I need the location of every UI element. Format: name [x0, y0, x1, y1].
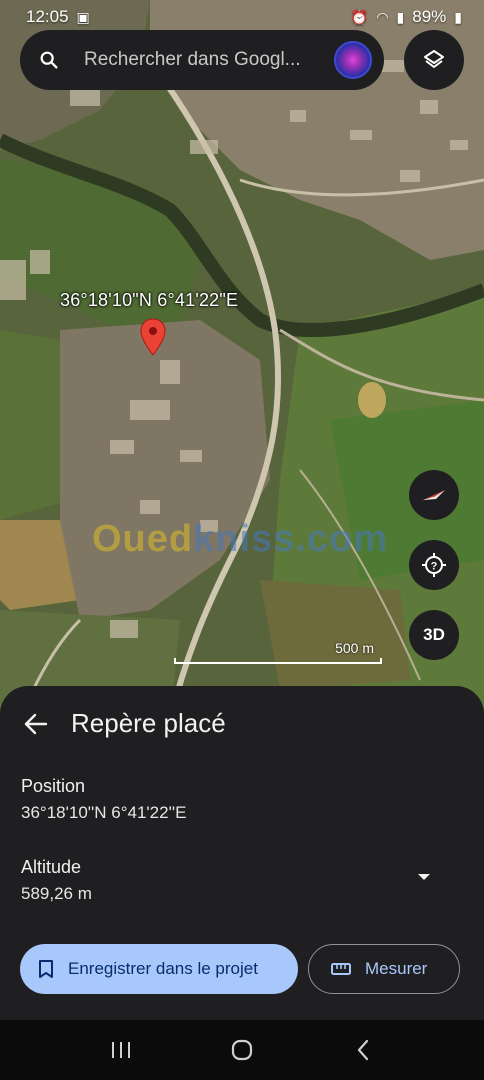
- location-button[interactable]: ?: [409, 540, 459, 590]
- search-placeholder[interactable]: Rechercher dans Googl...: [84, 49, 324, 71]
- home-icon: [231, 1039, 253, 1061]
- measure-button[interactable]: Mesurer: [308, 944, 460, 994]
- watermark: Ouedkniss.com: [92, 518, 388, 561]
- location-help-icon: ?: [422, 553, 446, 577]
- position-label: Position: [21, 776, 86, 796]
- svg-text:?: ?: [431, 561, 438, 573]
- ruler-icon: [331, 963, 351, 975]
- alarm-icon: ⏰: [350, 8, 369, 25]
- altitude-label: Altitude: [21, 857, 82, 877]
- sheet-header: Repère placé: [0, 704, 484, 744]
- image-notification-icon: ▣: [76, 8, 90, 25]
- compass-icon: [423, 490, 445, 500]
- recent-apps-icon: [111, 1042, 130, 1058]
- watermark-prefix: Oued: [92, 518, 194, 560]
- satellite-map[interactable]: 12:05 ▣ ⏰ ◠ ▮ 89% ▮ Rechercher dans Goog…: [0, 0, 484, 720]
- save-button-label: Enregistrer dans le projet: [68, 959, 258, 978]
- back-arrow-icon[interactable]: [22, 710, 50, 738]
- scale-label: 500 m: [335, 640, 374, 656]
- system-navigation-bar: [0, 1020, 484, 1080]
- scale-bar-line: [174, 658, 382, 664]
- scale-bar: 500 m: [174, 640, 382, 664]
- back-chevron-icon: [358, 1039, 369, 1061]
- signal-icon: ▮: [396, 8, 405, 25]
- wifi-icon: ◠: [376, 8, 389, 25]
- back-nav-button[interactable]: [348, 1035, 378, 1065]
- layers-button[interactable]: [404, 30, 464, 90]
- status-bar: 12:05 ▣ ⏰ ◠ ▮ 89% ▮: [0, 0, 484, 34]
- status-time: 12:05: [26, 7, 69, 26]
- home-button[interactable]: [227, 1035, 257, 1065]
- battery-percent: 89%: [412, 7, 447, 26]
- bookmark-icon: [39, 960, 53, 978]
- sheet-title: Repère placé: [71, 708, 226, 738]
- search-icon: [40, 51, 58, 69]
- measure-button-label: Mesurer: [365, 959, 428, 978]
- battery-icon: ▮: [454, 8, 462, 25]
- pin-coordinates-label: 36°18'10"N 6°41'22"E: [60, 290, 239, 310]
- layers-icon: [424, 50, 444, 68]
- recent-apps-button[interactable]: [106, 1035, 136, 1065]
- altitude-value: 589,26 m: [21, 884, 92, 903]
- compass-button[interactable]: [409, 470, 459, 520]
- chevron-down-icon[interactable]: [414, 870, 434, 884]
- position-value: 36°18'10''N 6°41'22''E: [21, 803, 187, 822]
- save-to-project-button[interactable]: Enregistrer dans le projet: [20, 944, 298, 994]
- bottom-sheet: Repère placé Position 36°18'10''N 6°41'2…: [0, 686, 484, 1020]
- profile-avatar[interactable]: [334, 41, 372, 79]
- search-bar[interactable]: Rechercher dans Googl...: [20, 30, 384, 90]
- location-pin-icon[interactable]: [140, 318, 166, 356]
- watermark-rest: kniss.com: [193, 518, 388, 560]
- satellite-imagery: [0, 0, 484, 720]
- 3d-button[interactable]: 3D: [409, 610, 459, 660]
